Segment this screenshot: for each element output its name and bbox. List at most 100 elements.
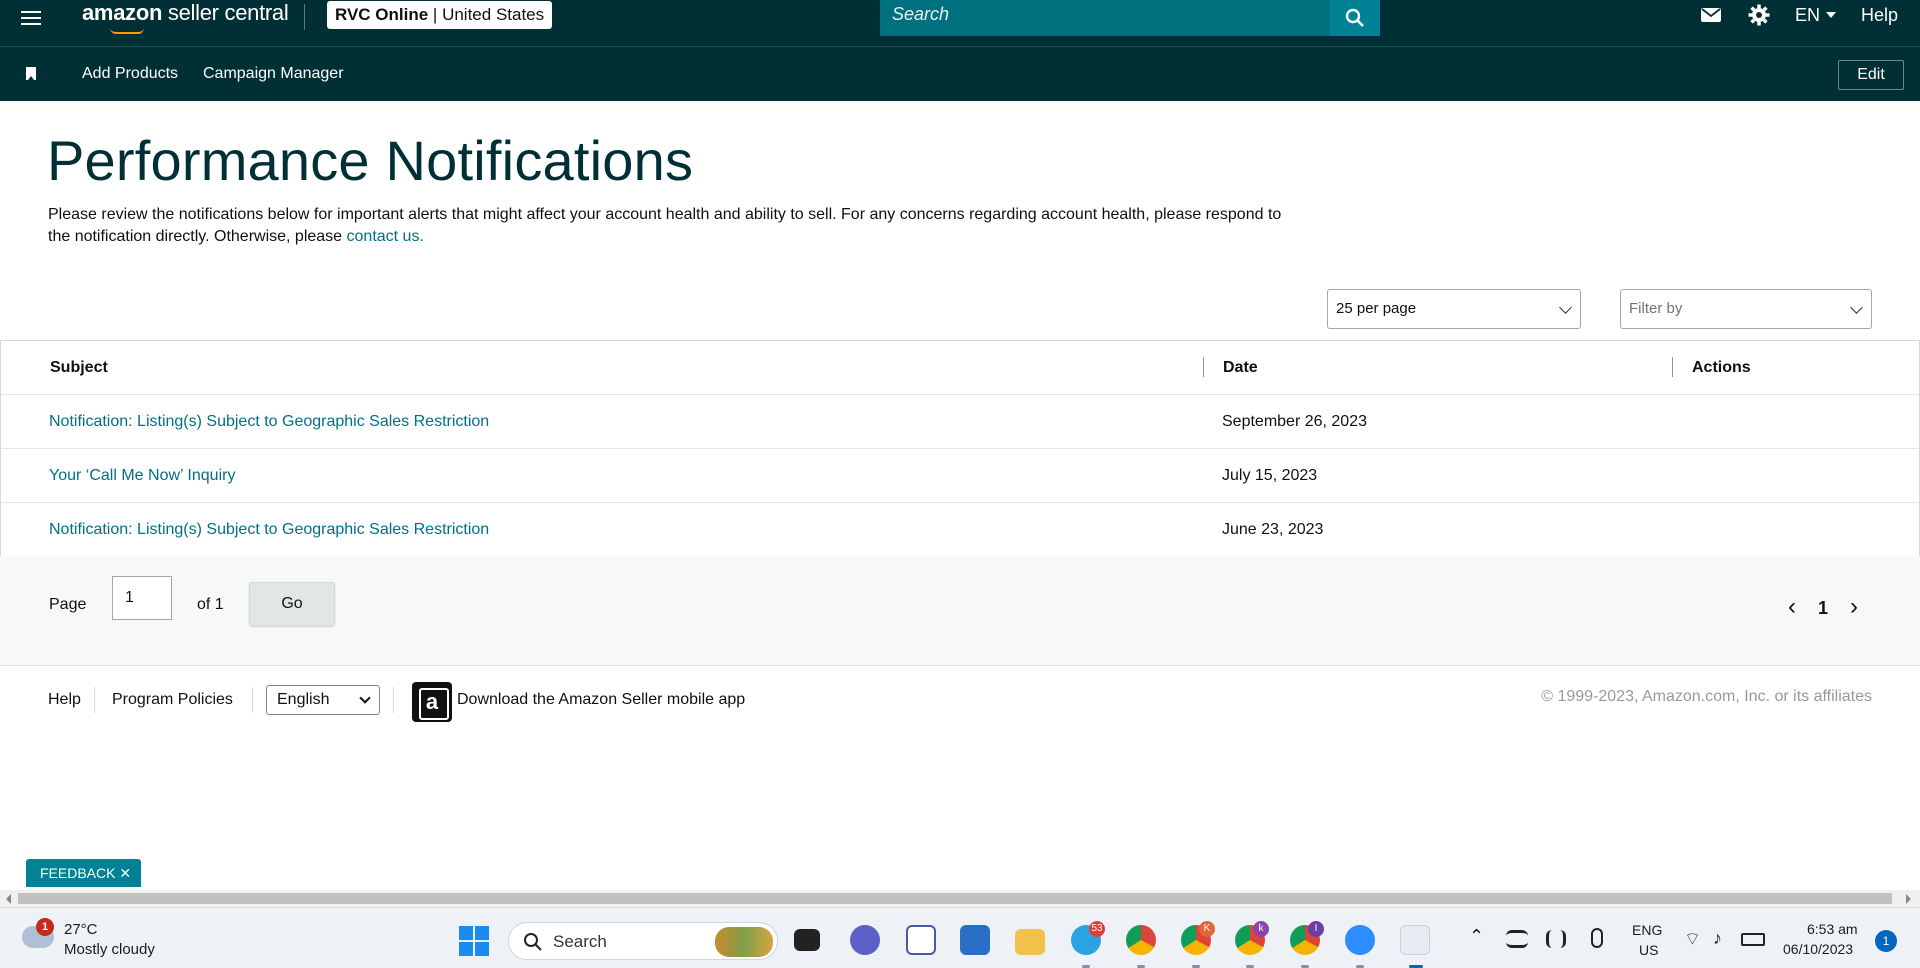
clock-date[interactable]: 06/10/2023 [1783, 941, 1853, 957]
nav-bar: Add Products Campaign Manager Edit [0, 46, 1920, 101]
language-menu[interactable]: EN [1795, 0, 1837, 30]
mailbird-icon[interactable] [906, 925, 936, 955]
footer: Help Program Policies English a Download… [0, 667, 1920, 737]
volume-icon[interactable]: ♪ [1713, 928, 1722, 949]
language-label: EN [1795, 4, 1821, 25]
search-button[interactable] [1330, 0, 1380, 36]
input-language-code[interactable]: ENG [1632, 922, 1662, 938]
chevron-down-icon [1559, 301, 1572, 314]
store-region: United States [442, 5, 545, 24]
mailbird-tray-icon[interactable] [1546, 930, 1566, 948]
contact-us-link[interactable]: contact us. [347, 228, 424, 245]
notification-center-badge[interactable]: 1 [1875, 930, 1897, 952]
notification-subject-link[interactable]: Your ‘Call Me Now’ Inquiry [49, 449, 235, 503]
per-page-value: 25 per page [1336, 300, 1417, 317]
table-header: Subject Date Actions [0, 341, 1920, 395]
weather-badge: 1 [36, 918, 54, 936]
bookmark-icon[interactable] [26, 67, 36, 80]
intro-body: Please review the notifications below fo… [48, 206, 1282, 245]
amazon-smile-icon [110, 28, 144, 34]
notifications-table: Subject Date Actions Notification: Listi… [0, 340, 1920, 558]
divider [393, 687, 394, 713]
page-total: of 1 [197, 596, 224, 613]
chrome-icon[interactable] [1126, 925, 1156, 955]
table-row: Notification: Listing(s) Subject to Geog… [0, 503, 1920, 557]
weather-temperature[interactable]: 27°C [64, 921, 98, 938]
search-input[interactable]: Search [880, 0, 1330, 36]
menu-icon[interactable] [18, 7, 44, 29]
clock-time[interactable]: 6:53 am [1807, 921, 1858, 937]
intro-text: Please review the notifications below fo… [48, 204, 1288, 248]
prev-page-icon[interactable]: ‹ [1788, 595, 1796, 619]
table-row: Your ‘Call Me Now’ Inquiry July 15, 2023 [0, 449, 1920, 503]
col-subject: Subject [50, 359, 108, 376]
store-name: RVC Online [335, 5, 429, 24]
scroll-right-icon[interactable] [1906, 894, 1911, 904]
per-page-select[interactable]: 25 per page [1327, 289, 1581, 329]
page-title: Performance Notifications [47, 129, 694, 192]
next-page-icon[interactable]: › [1850, 595, 1858, 619]
logo-product: seller central [167, 0, 289, 25]
edit-button[interactable]: Edit [1838, 60, 1904, 90]
search-icon [524, 933, 542, 951]
amazon-app-icon[interactable]: a [412, 682, 452, 722]
column-divider[interactable] [1203, 357, 1204, 377]
pagination-bar: Page 1 of 1 Go ‹ 1 › [0, 556, 1920, 666]
telegram-badge: 53 [1089, 921, 1105, 937]
scroll-left-icon[interactable] [6, 894, 11, 904]
feedback-button[interactable]: FEEDBACK ✕ [26, 859, 141, 887]
current-page[interactable]: 1 [1818, 598, 1828, 619]
page-number-input[interactable]: 1 [112, 576, 172, 620]
chrome-profile-badge: I [1308, 921, 1324, 937]
taskbar-search[interactable]: Search [508, 922, 778, 960]
nav-add-products[interactable]: Add Products [82, 65, 178, 83]
help-link[interactable]: Help [1861, 0, 1898, 30]
notification-date: June 23, 2023 [1222, 521, 1324, 538]
search-highlight-icon [715, 927, 773, 957]
notification-subject-link[interactable]: Notification: Listing(s) Subject to Geog… [49, 395, 489, 449]
copyright-text: © 1999-2023, Amazon.com, Inc. or its aff… [1541, 688, 1872, 705]
nav-campaign-manager[interactable]: Campaign Manager [203, 65, 344, 83]
windows-start-icon[interactable] [459, 926, 489, 956]
notification-date: July 15, 2023 [1222, 467, 1318, 484]
go-button[interactable]: Go [249, 582, 335, 626]
weather-condition[interactable]: Mostly cloudy [64, 941, 155, 958]
battery-icon[interactable] [1741, 933, 1765, 946]
file-explorer-icon[interactable] [1015, 929, 1045, 955]
page-label: Page [49, 596, 87, 613]
chevron-down-icon [359, 692, 371, 704]
taskbar-search-label: Search [553, 932, 607, 951]
download-app-link[interactable]: Download the Amazon Seller mobile app [457, 691, 745, 709]
footer-help-link[interactable]: Help [48, 691, 81, 709]
zoom-icon[interactable] [1345, 925, 1375, 955]
show-hidden-icons-icon[interactable]: ⌃ [1469, 926, 1484, 947]
microsoft-store-icon[interactable] [960, 925, 990, 955]
filter-select[interactable]: Filter by [1620, 289, 1872, 329]
store-switcher[interactable]: RVC Online | United States [327, 1, 553, 29]
input-region-code[interactable]: US [1639, 942, 1658, 958]
top-bar: amazon seller central RVC Online | Unite… [0, 0, 1920, 46]
divider [252, 687, 253, 713]
mail-icon[interactable] [1700, 0, 1722, 30]
chrome-profile-badge: K [1199, 921, 1215, 937]
notification-subject-link[interactable]: Notification: Listing(s) Subject to Geog… [49, 503, 489, 557]
search-icon [1345, 8, 1364, 27]
task-view-icon[interactable] [794, 929, 820, 951]
wifi-icon[interactable]: ⌔ [1684, 928, 1701, 951]
chrome-profile-badge: k [1253, 921, 1269, 937]
footer-program-policies-link[interactable]: Program Policies [112, 691, 233, 709]
microphone-icon[interactable] [1591, 928, 1603, 948]
column-divider[interactable] [1672, 357, 1673, 377]
gear-icon[interactable] [1748, 0, 1770, 30]
windows-taskbar: 1 27°C Mostly cloudy Search 53 K k I ⌃ E… [0, 907, 1920, 968]
col-date: Date [1223, 359, 1258, 376]
caret-down-icon [1826, 12, 1837, 18]
language-select-value: English [277, 691, 330, 708]
seller-central-logo[interactable]: amazon seller central [82, 0, 289, 34]
horizontal-scrollbar[interactable] [0, 890, 1920, 907]
snipping-tool-icon[interactable] [1400, 925, 1430, 955]
scrollbar-thumb[interactable] [18, 893, 1892, 904]
footer-language-select[interactable]: English [266, 685, 380, 715]
settings-sliders-icon[interactable] [1506, 930, 1528, 948]
teams-chat-icon[interactable] [850, 925, 880, 955]
